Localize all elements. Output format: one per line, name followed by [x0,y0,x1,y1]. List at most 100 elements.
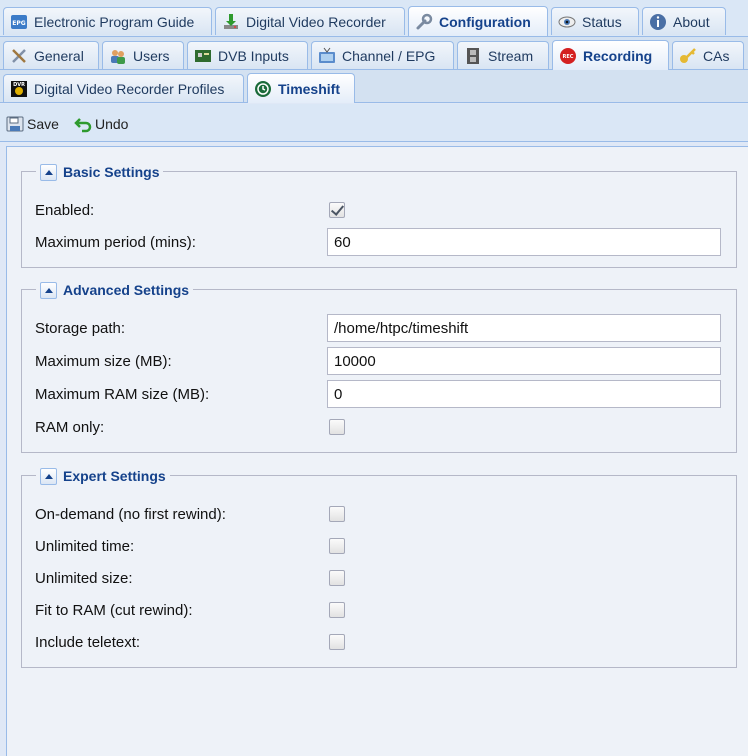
unlimited-size-row: Unlimited size: [35,564,725,592]
undo-icon [74,115,92,133]
main-tabbar: EPG Electronic Program Guide Digital Vid… [0,0,748,37]
unlimited-size-label: Unlimited size: [35,570,133,587]
users-icon [109,47,127,65]
unlimited-time-label: Unlimited time: [35,538,135,555]
expert-settings-legend: Expert Settings [36,466,170,486]
tv-icon [318,47,336,65]
tab-channel-epg[interactable]: Channel / EPG [311,41,454,69]
advanced-settings-title: Advanced Settings [63,282,190,298]
save-label: Save [27,116,59,132]
timeshift-icon [254,80,272,98]
toolbar: Save Undo [0,104,748,142]
tab-label: About [673,13,710,30]
max-size-input[interactable] [327,347,721,375]
tab-label: Timeshift [278,80,340,97]
key-icon [679,47,697,65]
advanced-settings-fieldset: Advanced Settings Storage path: Maximum … [21,280,737,453]
save-icon [6,115,24,133]
basic-settings-fieldset: Basic Settings Enabled: Maximum period (… [21,162,737,268]
collapse-icon[interactable] [40,163,57,181]
enabled-row: Enabled: [35,196,725,224]
tab-stream[interactable]: Stream [457,41,549,69]
expert-settings-fieldset: Expert Settings On-demand (no first rewi… [21,466,737,668]
tab-label: Configuration [439,13,531,30]
eye-icon [558,13,576,31]
tab-label: Stream [488,47,534,64]
info-icon [649,13,667,31]
tab-label: CAs [703,47,730,64]
tab-label: Digital Video Recorder [246,13,386,30]
collapse-icon[interactable] [40,281,57,299]
fit-ram-checkbox[interactable] [329,602,345,618]
tab-dvr-profiles[interactable]: DVR Digital Video Recorder Profiles [3,74,244,102]
wrench-icon [415,13,433,31]
ram-only-row: RAM only: [35,413,725,441]
teletext-row: Include teletext: [35,628,725,656]
tab-dvr[interactable]: Digital Video Recorder [215,7,405,35]
svg-text:DVR: DVR [13,82,25,88]
recording-tabbar: DVR Digital Video Recorder Profiles Time… [0,70,748,103]
ram-only-label: RAM only: [35,419,105,436]
max-ram-input[interactable] [327,380,721,408]
enabled-label: Enabled: [35,202,95,219]
tab-label: General [34,47,84,64]
save-button[interactable]: Save [6,113,59,135]
tab-about[interactable]: About [642,7,726,35]
unlimited-time-row: Unlimited time: [35,532,725,560]
storage-path-row: Storage path: [35,314,725,342]
tab-status[interactable]: Status [551,7,639,35]
max-period-row: Maximum period (mins): [35,228,725,256]
teletext-label: Include teletext: [35,634,141,651]
download-icon [222,13,240,31]
teletext-checkbox[interactable] [329,634,345,650]
unlimited-time-checkbox[interactable] [329,538,345,554]
svg-text:REC: REC [563,54,574,60]
tab-label: DVB Inputs [218,47,289,64]
tab-users[interactable]: Users [102,41,184,69]
tab-label: Status [582,13,622,30]
tab-label: Users [133,47,170,64]
tab-label: Digital Video Recorder Profiles [34,80,225,97]
enabled-checkbox[interactable] [329,202,345,218]
rec-icon: REC [559,47,577,65]
advanced-settings-legend: Advanced Settings [36,280,194,300]
tools-icon [10,47,28,65]
tab-cas[interactable]: CAs [672,41,744,69]
on-demand-checkbox[interactable] [329,506,345,522]
storage-path-label: Storage path: [35,320,126,337]
timeshift-form-panel: Basic Settings Enabled: Maximum period (… [6,146,748,756]
dvr-icon: DVR [10,80,28,98]
tab-label: Electronic Program Guide [34,13,195,30]
max-period-label: Maximum period (mins): [35,234,196,251]
basic-settings-title: Basic Settings [63,164,160,180]
unlimited-size-checkbox[interactable] [329,570,345,586]
collapse-icon[interactable] [40,467,57,485]
film-icon [464,47,482,65]
tab-general[interactable]: General [3,41,99,69]
tab-epg[interactable]: EPG Electronic Program Guide [3,7,212,35]
config-tabbar: General Users DVB Inputs Channel / EPG S… [0,37,748,70]
tab-timeshift[interactable]: Timeshift [247,73,355,103]
max-size-row: Maximum size (MB): [35,347,725,375]
max-size-label: Maximum size (MB): [35,353,172,370]
ram-only-checkbox[interactable] [329,419,345,435]
undo-label: Undo [95,116,129,132]
max-ram-label: Maximum RAM size (MB): [35,386,210,403]
tab-dvb-inputs[interactable]: DVB Inputs [187,41,308,69]
tab-label: Recording [583,47,653,64]
storage-path-input[interactable] [327,314,721,342]
tab-label: Channel / EPG [342,47,436,64]
epg-icon: EPG [10,13,28,31]
basic-settings-legend: Basic Settings [36,162,164,182]
on-demand-label: On-demand (no first rewind): [35,506,226,523]
fit-ram-row: Fit to RAM (cut rewind): [35,596,725,624]
card-icon [194,47,212,65]
svg-text:EPG: EPG [12,20,25,27]
expert-settings-title: Expert Settings [63,468,166,484]
tab-configuration[interactable]: Configuration [408,6,548,36]
on-demand-row: On-demand (no first rewind): [35,500,725,528]
fit-ram-label: Fit to RAM (cut rewind): [35,602,193,619]
max-period-input[interactable] [327,228,721,256]
tab-recording[interactable]: REC Recording [552,40,669,70]
undo-button[interactable]: Undo [74,113,128,135]
